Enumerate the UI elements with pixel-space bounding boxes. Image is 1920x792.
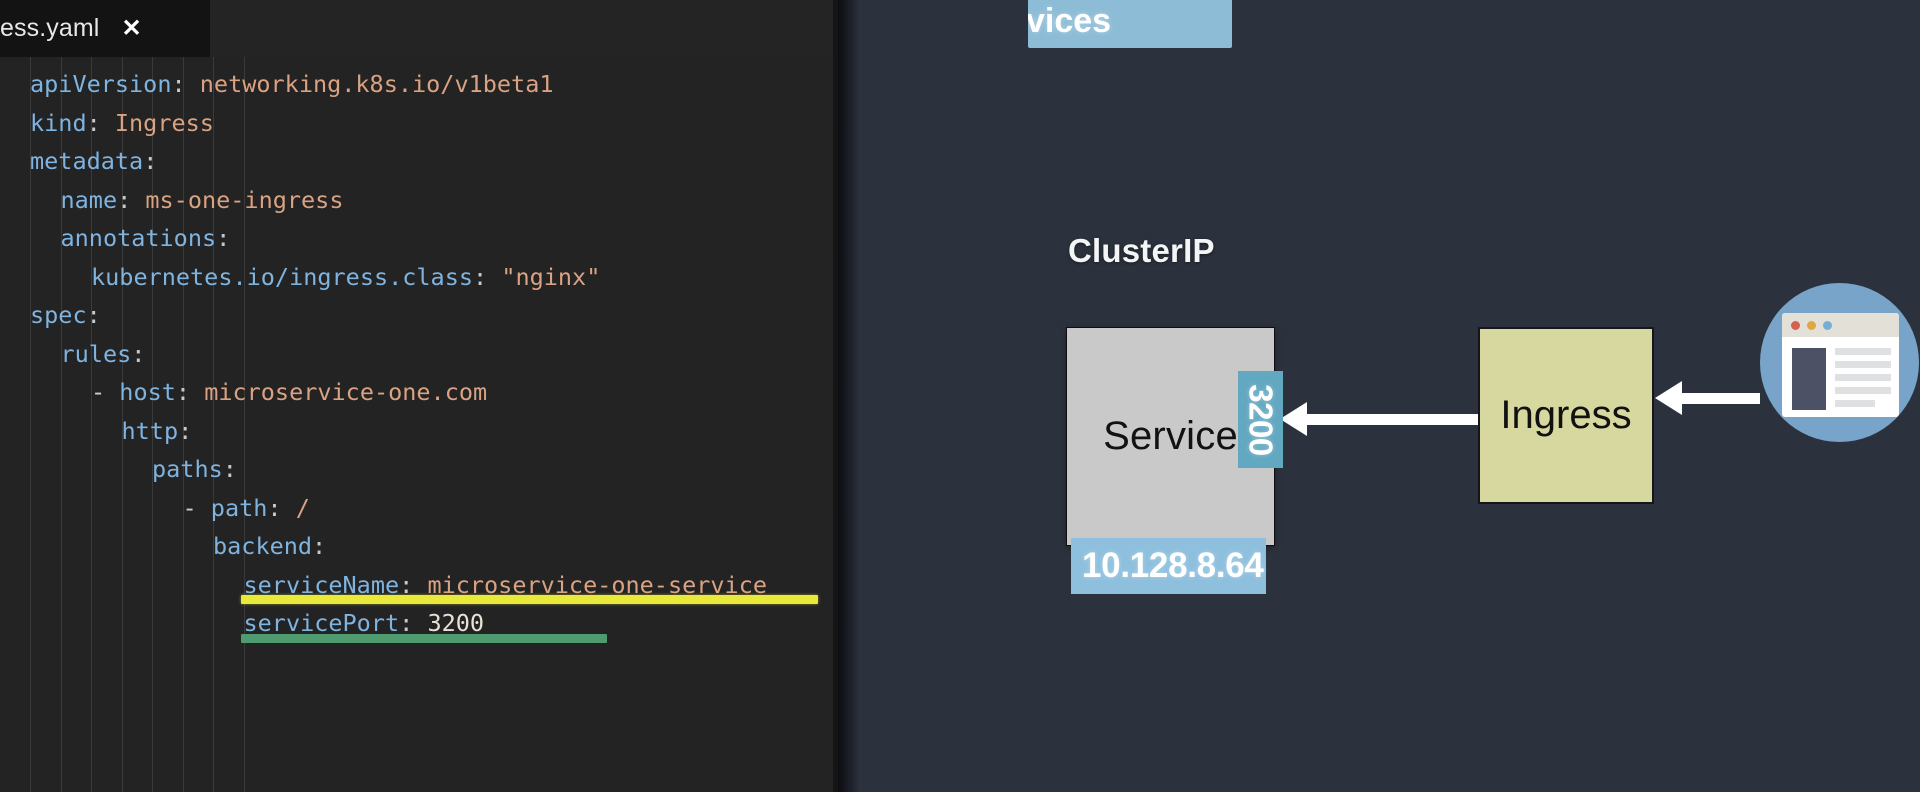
code-token: :	[473, 262, 502, 291]
code-token: :	[312, 532, 327, 560]
code-line[interactable]: kind: Ingress	[0, 104, 838, 143]
browser-dot-red	[1791, 321, 1800, 330]
code-token: spec	[30, 301, 87, 329]
arrow-browser-to-ingress-shaft	[1682, 393, 1760, 404]
code-editor-pane: ess.yaml ✕ apiVersion: networking.k8s.io…	[0, 0, 838, 792]
code-token: :	[175, 378, 205, 406]
browser-window-icon	[1760, 283, 1919, 442]
code-token: :	[171, 70, 200, 98]
pane-divider-shadow	[838, 0, 860, 792]
close-icon[interactable]: ✕	[121, 16, 141, 41]
code-token: apiVersion	[30, 70, 172, 98]
code-token: :	[117, 185, 146, 214]
code-token: backend	[213, 532, 313, 560]
code-token: :	[178, 416, 193, 445]
browser-sidebar-block	[1792, 348, 1826, 410]
screenshot-root: ess.yaml ✕ apiVersion: networking.k8s.io…	[0, 0, 1920, 792]
code-token: :	[216, 224, 231, 252]
service-ip-value: 10.128.8.64	[1082, 546, 1264, 585]
code-line[interactable]: rules:	[0, 335, 838, 374]
service-port-value: 3200	[1242, 383, 1280, 456]
code-token: path	[210, 493, 268, 522]
code-token: ms-one-ingress	[145, 185, 344, 214]
code-line[interactable]: - path: /	[0, 489, 838, 528]
code-token: Ingress	[114, 108, 214, 137]
code-token: http	[121, 416, 179, 445]
code-token: servicePort	[243, 609, 400, 637]
code-line[interactable]: backend:	[0, 527, 838, 566]
code-line[interactable]: - host: microservice-one.com	[0, 373, 838, 412]
browser-text-line	[1835, 400, 1876, 407]
code-token: :	[399, 609, 428, 637]
ingress-node[interactable]: Ingress	[1478, 327, 1654, 504]
browser-dot-blue	[1823, 321, 1832, 330]
code-token: 3200	[427, 609, 485, 637]
code-token: :	[222, 455, 237, 483]
code-content[interactable]: apiVersion: networking.k8s.io/v1beta1 kin…	[0, 57, 838, 792]
services-banner-text: vices	[1028, 1, 1112, 40]
clusterip-title: ClusterIP	[1068, 232, 1215, 269]
code-token: annotations	[60, 224, 217, 252]
browser-text-line	[1835, 387, 1891, 394]
services-banner: vices	[1028, 0, 1232, 48]
code-token: host	[119, 378, 176, 406]
ingress-node-label: Ingress	[1500, 393, 1632, 437]
code-line[interactable]: paths:	[0, 450, 838, 489]
code-token: paths	[152, 455, 223, 483]
browser-text-line	[1835, 374, 1891, 381]
tab-bar-empty-area	[210, 0, 838, 57]
arrow-browser-to-ingress-head	[1655, 381, 1682, 415]
code-line[interactable]: name: ms-one-ingress	[0, 181, 838, 220]
code-token: :	[143, 147, 158, 175]
arrow-ingress-to-service-shaft	[1307, 414, 1479, 425]
code-token: -	[91, 378, 120, 406]
editor-tab-bar: ess.yaml ✕	[0, 0, 838, 57]
code-token: /	[295, 493, 310, 522]
code-token: microservice-one.com	[204, 378, 488, 406]
code-token: "nginx"	[501, 262, 601, 291]
code-token: :	[131, 339, 146, 368]
browser-text-line	[1835, 348, 1891, 355]
code-line[interactable]: spec:	[0, 296, 838, 335]
service-port-badge: 3200	[1238, 371, 1283, 468]
servicename-underline	[241, 595, 818, 604]
code-token: :	[86, 108, 115, 137]
code-line[interactable]: apiVersion: networking.k8s.io/v1beta1	[0, 65, 838, 104]
code-line[interactable]: http:	[0, 412, 838, 451]
editor-tab-ingress-yaml[interactable]: ess.yaml ✕	[0, 0, 210, 57]
tab-label: ess.yaml	[0, 14, 100, 42]
browser-text-lines	[1835, 348, 1891, 413]
code-token: networking.k8s.io/v1beta1	[199, 70, 554, 98]
browser-dot-yellow	[1807, 321, 1816, 330]
browser-window-frame	[1782, 313, 1899, 417]
code-token: :	[267, 493, 296, 522]
code-token: rules	[60, 339, 132, 368]
code-token: name	[60, 185, 118, 214]
code-line[interactable]: metadata:	[0, 142, 838, 181]
code-line[interactable]: kubernetes.io/ingress.class: "nginx"	[0, 258, 838, 297]
code-token: kubernetes.io/ingress.class	[91, 262, 474, 291]
browser-text-line	[1835, 361, 1891, 368]
serviceport-underline	[241, 634, 607, 643]
code-line[interactable]: annotations:	[0, 219, 838, 258]
service-ip-badge: 10.128.8.64	[1071, 538, 1266, 594]
code-token: metadata	[30, 147, 144, 175]
code-token: :	[86, 301, 101, 329]
code-token: kind	[30, 108, 87, 137]
service-node-label: Service	[1103, 414, 1238, 458]
arrow-ingress-to-service-head	[1280, 402, 1307, 436]
code-token: -	[182, 493, 211, 522]
browser-titlebar	[1782, 313, 1899, 337]
